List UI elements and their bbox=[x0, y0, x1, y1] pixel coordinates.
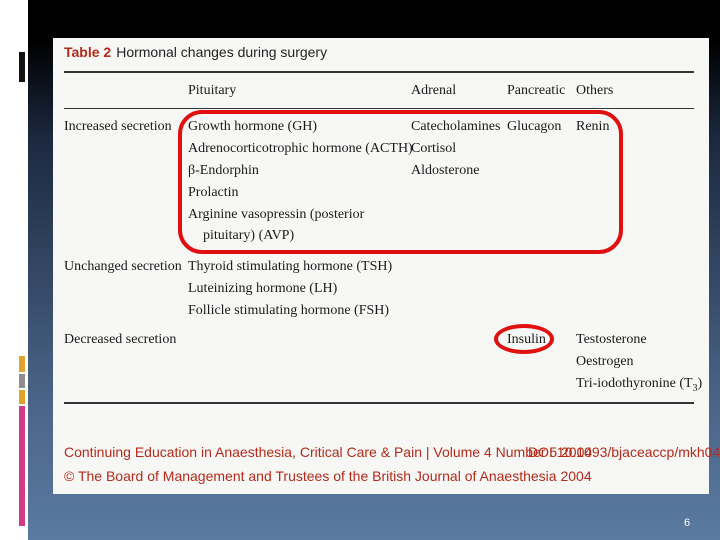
table-cell: Luteinizing hormone (LH) bbox=[188, 281, 338, 296]
table-cell-suffix: ) bbox=[697, 376, 703, 391]
table-image: Table 2 Hormonal changes during surgery P… bbox=[53, 38, 720, 494]
accent-bar-orange-2 bbox=[19, 390, 25, 404]
rule-top bbox=[64, 71, 694, 73]
table-title: Hormonal changes during surgery bbox=[116, 44, 328, 60]
table-cell: Follicle stimulating hormone (FSH) bbox=[188, 303, 390, 318]
row-label-decreased: Decreased secretion bbox=[64, 332, 177, 347]
footer-doi: DOI 10.1093/bjaceaccp/mkh040 bbox=[528, 444, 720, 460]
accent-bar-gray bbox=[19, 374, 25, 388]
accent-bar-orange bbox=[19, 356, 25, 372]
table-cell: Oestrogen bbox=[576, 354, 634, 369]
col-header-pancreatic: Pancreatic bbox=[507, 83, 566, 98]
rule-bottom bbox=[64, 402, 694, 404]
table-cell: Tri-iodothyronine (T3) bbox=[576, 373, 702, 399]
col-header-others: Others bbox=[576, 83, 614, 98]
accent-bar-pink bbox=[19, 406, 25, 526]
page-number: 6 bbox=[684, 517, 691, 529]
col-header-adrenal: Adrenal bbox=[411, 83, 457, 98]
col-header-pituitary: Pituitary bbox=[188, 83, 237, 98]
table-caption: Table 2 Hormonal changes during surgery bbox=[64, 44, 327, 60]
highlight-increased-secretion-circle bbox=[178, 110, 623, 254]
row-label-increased: Increased secretion bbox=[64, 119, 172, 134]
rule-header bbox=[64, 108, 694, 109]
row-label-unchanged: Unchanged secretion bbox=[64, 259, 182, 274]
table-cell: Testosterone bbox=[576, 332, 647, 347]
table-cell: Thyroid stimulating hormone (TSH) bbox=[188, 259, 393, 274]
accent-bar-black bbox=[19, 52, 25, 82]
footer-copyright: © The Board of Management and Trustees o… bbox=[64, 468, 592, 484]
highlight-insulin-circle bbox=[494, 324, 554, 354]
table-label: Table 2 bbox=[64, 44, 112, 60]
footer-citation: Continuing Education in Anaesthesia, Cri… bbox=[64, 444, 593, 460]
table-cell-text: Tri-iodothyronine (T bbox=[576, 376, 693, 391]
